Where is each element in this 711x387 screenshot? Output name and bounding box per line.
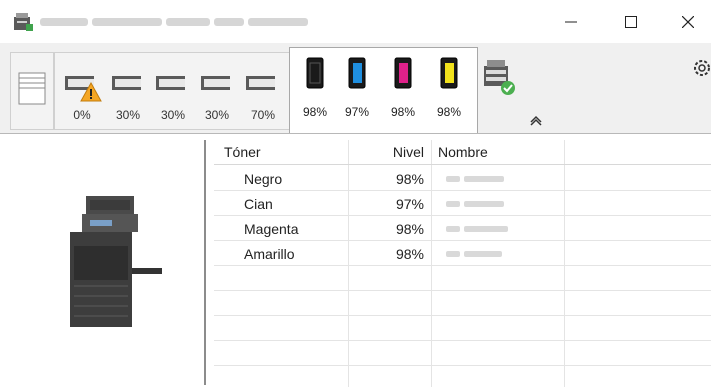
toner-black-icon xyxy=(306,57,324,89)
paper-tray-icon xyxy=(246,76,275,90)
warning-icon xyxy=(80,82,102,102)
redacted-name xyxy=(446,226,508,232)
paper-tray-icon xyxy=(156,76,185,90)
table-row-toner[interactable]: Amarillo xyxy=(244,242,295,267)
device-status-button[interactable] xyxy=(478,52,524,128)
table-row-nivel: 98% xyxy=(395,221,424,237)
paper-stack-icon xyxy=(18,72,46,105)
column-header-toner[interactable]: Tóner xyxy=(224,140,261,164)
close-icon xyxy=(682,16,694,28)
row-divider xyxy=(214,315,711,316)
row-divider xyxy=(214,215,711,216)
table-row-toner[interactable]: Magenta xyxy=(244,217,298,242)
printer-app-icon xyxy=(14,13,33,31)
toner-cyan-icon xyxy=(348,57,366,89)
pane-divider[interactable] xyxy=(204,140,206,385)
close-button[interactable] xyxy=(665,8,711,36)
table-row-toner[interactable]: Cian xyxy=(244,192,273,217)
toner-level-label: 98% xyxy=(302,105,328,119)
tray-level-label: 0% xyxy=(73,108,91,122)
minimize-icon xyxy=(565,21,577,23)
paper-stack-button[interactable] xyxy=(10,52,54,130)
column-divider xyxy=(348,140,349,387)
maximize-icon xyxy=(625,16,637,28)
tray-level-label: 30% xyxy=(204,108,230,122)
paper-tray-icon xyxy=(112,76,141,90)
minimize-button[interactable] xyxy=(548,8,594,36)
table-row-toner[interactable]: Negro xyxy=(244,167,282,192)
toner-magenta-icon xyxy=(394,57,412,89)
toner-level-label: 98% xyxy=(390,105,416,119)
device-check-icon xyxy=(484,60,515,95)
row-divider xyxy=(214,365,711,366)
redacted-name xyxy=(446,251,502,257)
paper-tray-icon xyxy=(201,76,230,90)
window-title-redacted xyxy=(40,18,308,26)
redacted-name xyxy=(446,176,504,182)
gear-icon xyxy=(694,60,710,76)
table-row-nivel: 98% xyxy=(395,171,424,187)
settings-button[interactable] xyxy=(690,56,710,80)
tray-level-label: 30% xyxy=(160,108,186,122)
tray-level-label: 70% xyxy=(250,108,276,122)
column-header-nivel[interactable]: Nivel xyxy=(364,140,424,164)
toolbar-divider xyxy=(0,133,711,134)
column-divider xyxy=(431,140,432,387)
row-divider xyxy=(214,190,711,191)
printer-illustration xyxy=(70,196,162,327)
toner-level-label: 97% xyxy=(344,105,370,119)
row-divider xyxy=(214,340,711,341)
toner-level-label: 98% xyxy=(436,105,462,119)
column-header-nombre[interactable]: Nombre xyxy=(438,140,488,164)
maximize-button[interactable] xyxy=(608,8,654,36)
redacted-name xyxy=(446,201,504,207)
toner-yellow-icon xyxy=(440,57,458,89)
chevron-up-icon xyxy=(530,115,542,126)
tray-level-label: 30% xyxy=(115,108,141,122)
collapse-toolbar-button[interactable] xyxy=(528,112,544,126)
toner-table: Tóner Nivel Nombre Negro 98% Cian 97% Ma… xyxy=(214,140,711,387)
column-divider xyxy=(564,140,565,387)
row-divider xyxy=(214,290,711,291)
table-row-nivel: 98% xyxy=(395,246,424,262)
header-divider xyxy=(214,164,711,165)
table-row-nivel: 97% xyxy=(395,196,424,212)
